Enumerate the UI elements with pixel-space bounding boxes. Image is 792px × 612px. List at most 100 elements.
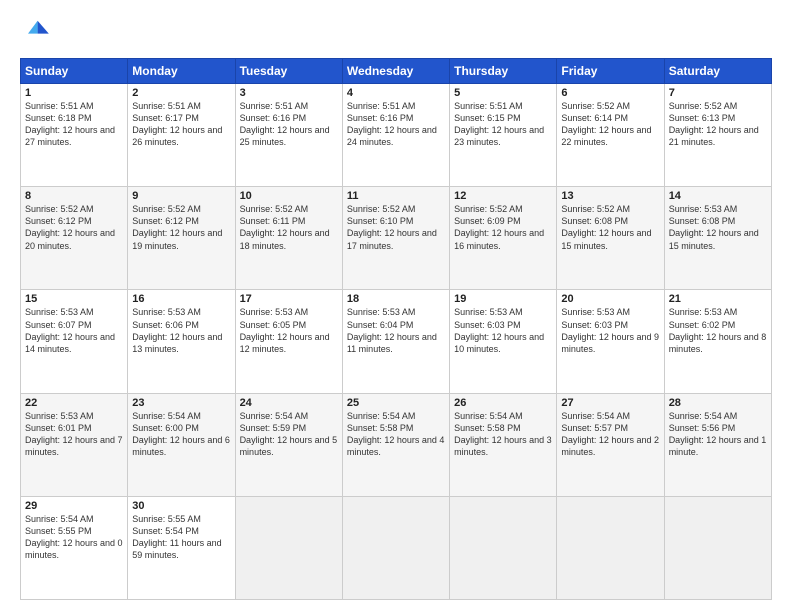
day-number: 6 bbox=[561, 87, 659, 99]
calendar-cell: 28 Sunrise: 5:54 AMSunset: 5:56 PMDaylig… bbox=[664, 393, 771, 496]
day-number: 5 bbox=[454, 87, 552, 99]
day-number: 21 bbox=[669, 293, 767, 305]
calendar-cell bbox=[450, 496, 557, 599]
calendar-cell: 17 Sunrise: 5:53 AMSunset: 6:05 PMDaylig… bbox=[235, 290, 342, 393]
day-info: Sunrise: 5:51 AMSunset: 6:18 PMDaylight:… bbox=[25, 100, 123, 149]
calendar-cell bbox=[235, 496, 342, 599]
calendar-week-row: 29 Sunrise: 5:54 AMSunset: 5:55 PMDaylig… bbox=[21, 496, 772, 599]
day-number: 14 bbox=[669, 190, 767, 202]
day-number: 7 bbox=[669, 87, 767, 99]
calendar-week-row: 15 Sunrise: 5:53 AMSunset: 6:07 PMDaylig… bbox=[21, 290, 772, 393]
day-number: 28 bbox=[669, 397, 767, 409]
day-number: 23 bbox=[132, 397, 230, 409]
day-number: 29 bbox=[25, 500, 123, 512]
calendar-cell: 3 Sunrise: 5:51 AMSunset: 6:16 PMDayligh… bbox=[235, 84, 342, 187]
day-header-monday: Monday bbox=[128, 59, 235, 84]
calendar-cell: 23 Sunrise: 5:54 AMSunset: 6:00 PMDaylig… bbox=[128, 393, 235, 496]
day-header-sunday: Sunday bbox=[21, 59, 128, 84]
calendar-cell: 9 Sunrise: 5:52 AMSunset: 6:12 PMDayligh… bbox=[128, 187, 235, 290]
calendar-header-row: SundayMondayTuesdayWednesdayThursdayFrid… bbox=[21, 59, 772, 84]
day-number: 22 bbox=[25, 397, 123, 409]
calendar-cell bbox=[664, 496, 771, 599]
day-number: 9 bbox=[132, 190, 230, 202]
day-info: Sunrise: 5:53 AMSunset: 6:02 PMDaylight:… bbox=[669, 306, 767, 355]
day-number: 10 bbox=[240, 190, 338, 202]
day-number: 20 bbox=[561, 293, 659, 305]
day-info: Sunrise: 5:53 AMSunset: 6:01 PMDaylight:… bbox=[25, 410, 123, 459]
day-info: Sunrise: 5:53 AMSunset: 6:07 PMDaylight:… bbox=[25, 306, 123, 355]
calendar-cell bbox=[342, 496, 449, 599]
calendar-cell: 19 Sunrise: 5:53 AMSunset: 6:03 PMDaylig… bbox=[450, 290, 557, 393]
day-number: 18 bbox=[347, 293, 445, 305]
calendar-cell: 13 Sunrise: 5:52 AMSunset: 6:08 PMDaylig… bbox=[557, 187, 664, 290]
calendar-cell: 22 Sunrise: 5:53 AMSunset: 6:01 PMDaylig… bbox=[21, 393, 128, 496]
calendar-week-row: 22 Sunrise: 5:53 AMSunset: 6:01 PMDaylig… bbox=[21, 393, 772, 496]
calendar-cell: 4 Sunrise: 5:51 AMSunset: 6:16 PMDayligh… bbox=[342, 84, 449, 187]
day-number: 26 bbox=[454, 397, 552, 409]
day-info: Sunrise: 5:51 AMSunset: 6:16 PMDaylight:… bbox=[240, 100, 338, 149]
day-info: Sunrise: 5:54 AMSunset: 6:00 PMDaylight:… bbox=[132, 410, 230, 459]
day-info: Sunrise: 5:52 AMSunset: 6:08 PMDaylight:… bbox=[561, 203, 659, 252]
calendar-cell: 29 Sunrise: 5:54 AMSunset: 5:55 PMDaylig… bbox=[21, 496, 128, 599]
day-number: 8 bbox=[25, 190, 123, 202]
logo bbox=[20, 16, 56, 48]
calendar-cell: 15 Sunrise: 5:53 AMSunset: 6:07 PMDaylig… bbox=[21, 290, 128, 393]
day-info: Sunrise: 5:53 AMSunset: 6:08 PMDaylight:… bbox=[669, 203, 767, 252]
day-header-thursday: Thursday bbox=[450, 59, 557, 84]
day-info: Sunrise: 5:55 AMSunset: 5:54 PMDaylight:… bbox=[132, 513, 230, 562]
day-header-tuesday: Tuesday bbox=[235, 59, 342, 84]
calendar-cell: 24 Sunrise: 5:54 AMSunset: 5:59 PMDaylig… bbox=[235, 393, 342, 496]
day-number: 16 bbox=[132, 293, 230, 305]
calendar-cell: 1 Sunrise: 5:51 AMSunset: 6:18 PMDayligh… bbox=[21, 84, 128, 187]
header bbox=[20, 16, 772, 48]
day-number: 1 bbox=[25, 87, 123, 99]
day-info: Sunrise: 5:53 AMSunset: 6:03 PMDaylight:… bbox=[561, 306, 659, 355]
day-info: Sunrise: 5:54 AMSunset: 5:57 PMDaylight:… bbox=[561, 410, 659, 459]
calendar-cell: 16 Sunrise: 5:53 AMSunset: 6:06 PMDaylig… bbox=[128, 290, 235, 393]
day-info: Sunrise: 5:52 AMSunset: 6:09 PMDaylight:… bbox=[454, 203, 552, 252]
day-info: Sunrise: 5:53 AMSunset: 6:03 PMDaylight:… bbox=[454, 306, 552, 355]
calendar-cell: 26 Sunrise: 5:54 AMSunset: 5:58 PMDaylig… bbox=[450, 393, 557, 496]
page: SundayMondayTuesdayWednesdayThursdayFrid… bbox=[0, 0, 792, 612]
day-info: Sunrise: 5:53 AMSunset: 6:05 PMDaylight:… bbox=[240, 306, 338, 355]
day-number: 12 bbox=[454, 190, 552, 202]
calendar-cell: 20 Sunrise: 5:53 AMSunset: 6:03 PMDaylig… bbox=[557, 290, 664, 393]
day-number: 17 bbox=[240, 293, 338, 305]
day-info: Sunrise: 5:51 AMSunset: 6:15 PMDaylight:… bbox=[454, 100, 552, 149]
day-info: Sunrise: 5:53 AMSunset: 6:06 PMDaylight:… bbox=[132, 306, 230, 355]
day-info: Sunrise: 5:54 AMSunset: 5:56 PMDaylight:… bbox=[669, 410, 767, 459]
calendar-table: SundayMondayTuesdayWednesdayThursdayFrid… bbox=[20, 58, 772, 600]
day-number: 3 bbox=[240, 87, 338, 99]
calendar-cell: 18 Sunrise: 5:53 AMSunset: 6:04 PMDaylig… bbox=[342, 290, 449, 393]
calendar-cell: 2 Sunrise: 5:51 AMSunset: 6:17 PMDayligh… bbox=[128, 84, 235, 187]
calendar-cell: 11 Sunrise: 5:52 AMSunset: 6:10 PMDaylig… bbox=[342, 187, 449, 290]
calendar-week-row: 8 Sunrise: 5:52 AMSunset: 6:12 PMDayligh… bbox=[21, 187, 772, 290]
calendar-cell bbox=[557, 496, 664, 599]
day-number: 25 bbox=[347, 397, 445, 409]
day-info: Sunrise: 5:51 AMSunset: 6:16 PMDaylight:… bbox=[347, 100, 445, 149]
calendar-cell: 6 Sunrise: 5:52 AMSunset: 6:14 PMDayligh… bbox=[557, 84, 664, 187]
calendar-cell: 30 Sunrise: 5:55 AMSunset: 5:54 PMDaylig… bbox=[128, 496, 235, 599]
day-header-friday: Friday bbox=[557, 59, 664, 84]
calendar-cell: 8 Sunrise: 5:52 AMSunset: 6:12 PMDayligh… bbox=[21, 187, 128, 290]
day-number: 19 bbox=[454, 293, 552, 305]
day-info: Sunrise: 5:52 AMSunset: 6:14 PMDaylight:… bbox=[561, 100, 659, 149]
day-header-wednesday: Wednesday bbox=[342, 59, 449, 84]
calendar-cell: 10 Sunrise: 5:52 AMSunset: 6:11 PMDaylig… bbox=[235, 187, 342, 290]
day-info: Sunrise: 5:52 AMSunset: 6:12 PMDaylight:… bbox=[132, 203, 230, 252]
day-info: Sunrise: 5:54 AMSunset: 5:59 PMDaylight:… bbox=[240, 410, 338, 459]
day-info: Sunrise: 5:54 AMSunset: 5:55 PMDaylight:… bbox=[25, 513, 123, 562]
calendar-week-row: 1 Sunrise: 5:51 AMSunset: 6:18 PMDayligh… bbox=[21, 84, 772, 187]
day-info: Sunrise: 5:51 AMSunset: 6:17 PMDaylight:… bbox=[132, 100, 230, 149]
day-info: Sunrise: 5:54 AMSunset: 5:58 PMDaylight:… bbox=[454, 410, 552, 459]
day-info: Sunrise: 5:52 AMSunset: 6:11 PMDaylight:… bbox=[240, 203, 338, 252]
day-info: Sunrise: 5:52 AMSunset: 6:12 PMDaylight:… bbox=[25, 203, 123, 252]
calendar-cell: 14 Sunrise: 5:53 AMSunset: 6:08 PMDaylig… bbox=[664, 187, 771, 290]
calendar-cell: 5 Sunrise: 5:51 AMSunset: 6:15 PMDayligh… bbox=[450, 84, 557, 187]
day-number: 11 bbox=[347, 190, 445, 202]
day-number: 30 bbox=[132, 500, 230, 512]
day-info: Sunrise: 5:52 AMSunset: 6:13 PMDaylight:… bbox=[669, 100, 767, 149]
logo-icon bbox=[20, 16, 52, 48]
day-number: 24 bbox=[240, 397, 338, 409]
day-info: Sunrise: 5:53 AMSunset: 6:04 PMDaylight:… bbox=[347, 306, 445, 355]
